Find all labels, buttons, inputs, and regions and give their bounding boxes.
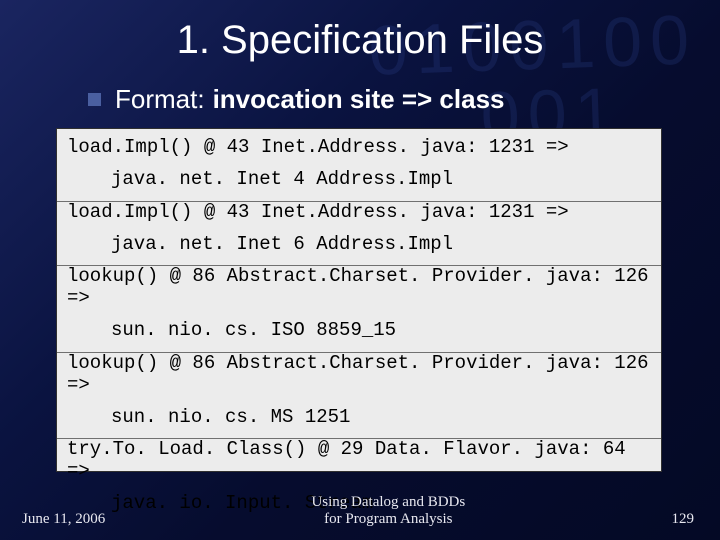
code-entry: lookup() @ 86 Abstract.Charset. Provider… bbox=[57, 266, 661, 353]
entry-signature: lookup() @ 86 Abstract.Charset. Provider… bbox=[67, 353, 651, 407]
footer-source-line1: Using Datalog and BDDs bbox=[311, 494, 465, 511]
format-row: Format: invocation site => class bbox=[88, 84, 505, 115]
entry-target: java. net. Inet 4 Address.Impl bbox=[67, 169, 651, 201]
entry-target: java. net. Inet 6 Address.Impl bbox=[67, 234, 651, 266]
entry-signature: try.To. Load. Class() @ 29 Data. Flavor.… bbox=[67, 439, 651, 493]
slide: 0100100 001 11 1. Specification Files Fo… bbox=[0, 0, 720, 540]
code-entry: load.Impl() @ 43 Inet.Address. java: 123… bbox=[57, 202, 661, 267]
code-listing: load.Impl() @ 43 Inet.Address. java: 123… bbox=[56, 128, 662, 472]
slide-title: 1. Specification Files bbox=[0, 18, 720, 63]
entry-target: sun. nio. cs. ISO 8859_15 bbox=[67, 320, 651, 352]
slide-footer: June 11, 2006 Using Datalog and BDDs for… bbox=[0, 494, 720, 529]
format-label: Format: bbox=[115, 84, 205, 115]
code-entry: load.Impl() @ 43 Inet.Address. java: 123… bbox=[57, 137, 661, 202]
footer-page-number: 129 bbox=[671, 511, 694, 528]
entry-signature: load.Impl() @ 43 Inet.Address. java: 123… bbox=[67, 137, 651, 169]
footer-source-line2: for Program Analysis bbox=[311, 511, 465, 528]
entry-signature: load.Impl() @ 43 Inet.Address. java: 123… bbox=[67, 202, 651, 234]
code-entry: lookup() @ 86 Abstract.Charset. Provider… bbox=[57, 353, 661, 440]
footer-source: Using Datalog and BDDs for Program Analy… bbox=[311, 494, 465, 529]
entry-target: sun. nio. cs. MS 1251 bbox=[67, 407, 651, 439]
entry-signature: lookup() @ 86 Abstract.Charset. Provider… bbox=[67, 266, 651, 320]
bullet-icon bbox=[88, 93, 101, 106]
format-value: invocation site => class bbox=[213, 84, 505, 115]
footer-date: June 11, 2006 bbox=[22, 511, 105, 528]
